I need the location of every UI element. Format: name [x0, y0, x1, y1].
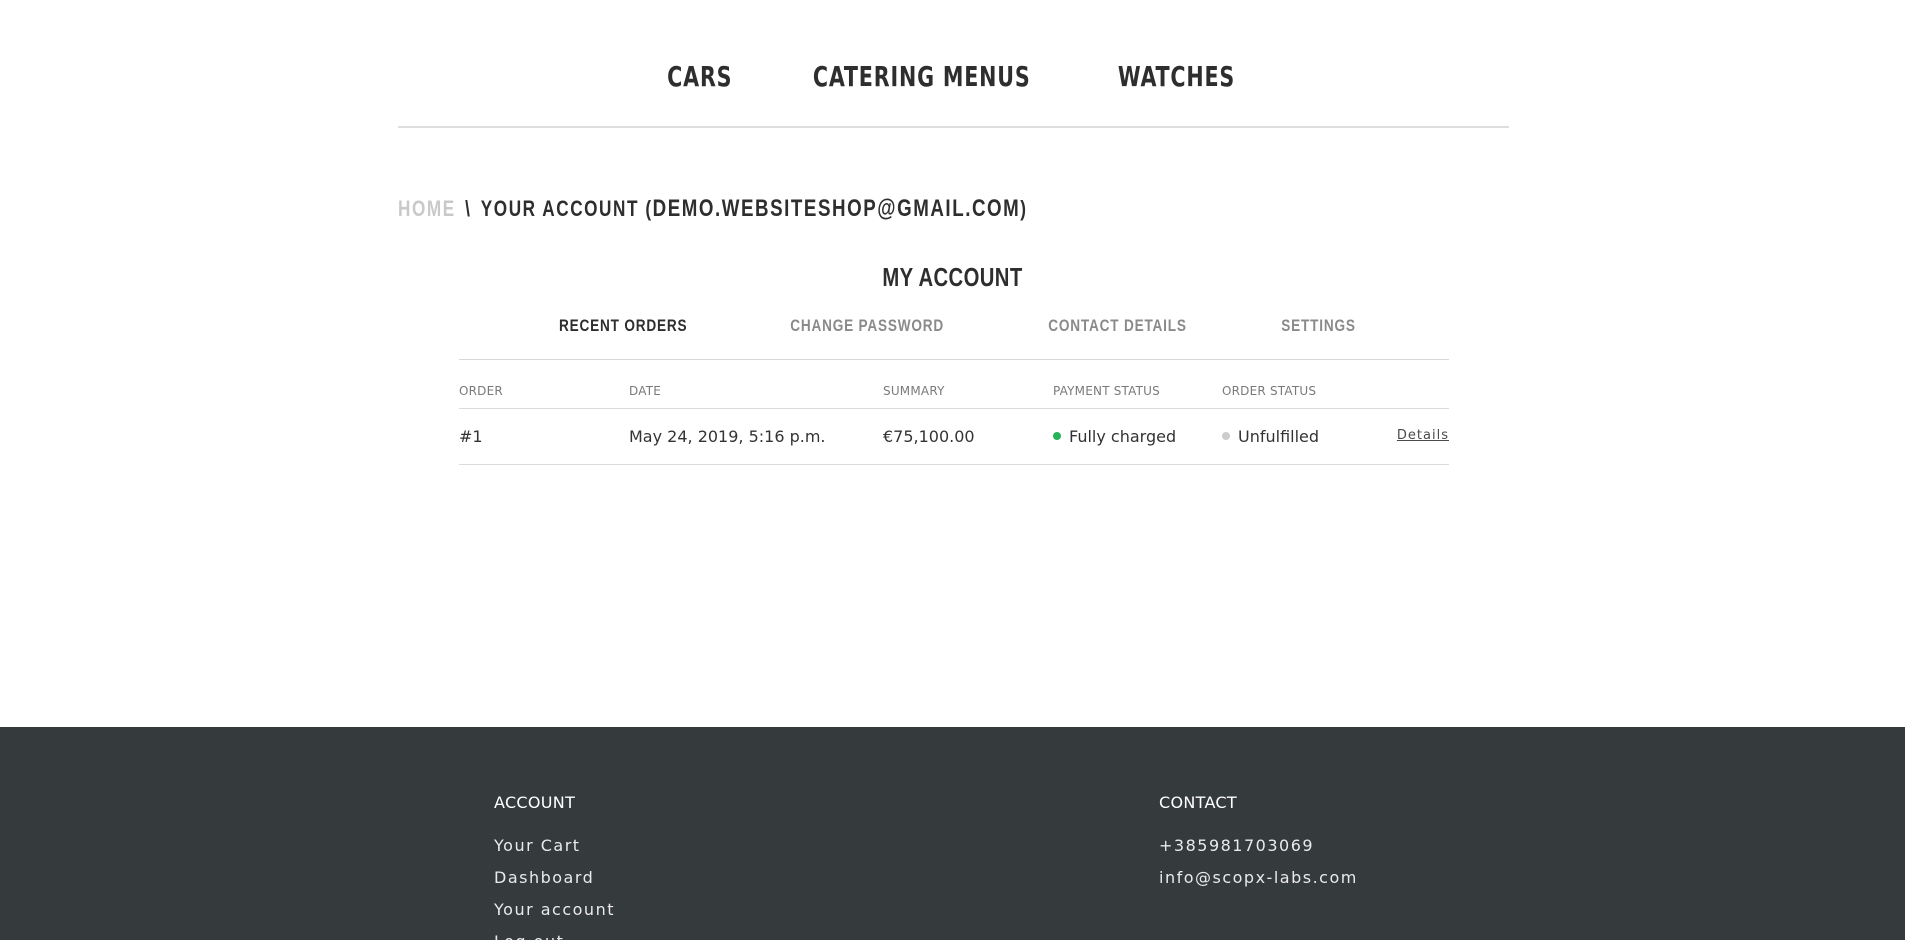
footer-account-heading: Account — [494, 793, 576, 812]
column-header-order: Order — [459, 360, 629, 409]
breadcrumb-separator: \ — [465, 196, 472, 221]
orders-table: Order Date Summary Payment status Order … — [459, 360, 1449, 465]
tab-change-password[interactable]: Change password — [790, 316, 944, 336]
tab-settings[interactable]: Settings — [1282, 316, 1356, 336]
footer-link-log-out[interactable]: Log out — [494, 926, 615, 940]
order-summary: €75,100.00 — [883, 408, 1053, 465]
nav-item-catering-menus[interactable]: Catering menus — [813, 60, 1031, 93]
payment-status-cell: Fully charged — [1053, 408, 1222, 465]
details-cell: Details — [1392, 408, 1449, 465]
footer-link-your-cart[interactable]: Your Cart — [494, 830, 615, 862]
footer-email-link[interactable]: info@scopx-labs.com — [1159, 862, 1358, 894]
payment-status-dot-icon — [1053, 432, 1061, 440]
column-header-date: Date — [629, 360, 883, 409]
footer-contact-column: Contact +385981703069 info@scopx-labs.co… — [1159, 793, 1358, 894]
main-nav: Cars Catering menus Watches — [398, 0, 1509, 128]
order-status: Unfulfilled — [1238, 426, 1320, 446]
order-number: #1 — [459, 408, 629, 465]
tab-recent-orders[interactable]: Recent orders — [559, 316, 687, 336]
nav-item-cars[interactable]: Cars — [667, 60, 732, 93]
breadcrumb-current-suffix: ) — [1020, 196, 1028, 221]
table-header-row: Order Date Summary Payment status Order … — [459, 360, 1449, 409]
site-footer: Account Your Cart Dashboard Your account… — [0, 727, 1905, 940]
footer-contact-heading: Contact — [1159, 793, 1237, 812]
footer-account-column: Account Your Cart Dashboard Your account… — [494, 793, 615, 940]
breadcrumb-current-prefix: Your account ( — [480, 196, 653, 221]
order-status-dot-icon — [1222, 432, 1230, 440]
footer-phone-link[interactable]: +385981703069 — [1159, 830, 1358, 862]
footer-link-dashboard[interactable]: Dashboard — [494, 862, 615, 894]
nav-item-watches[interactable]: Watches — [1117, 60, 1234, 93]
column-header-payment-status: Payment status — [1053, 360, 1222, 409]
account-tabs: Recent orders Change password Contact de… — [459, 316, 1449, 360]
breadcrumb-home-link[interactable]: Home — [398, 196, 456, 222]
payment-status: Fully charged — [1069, 426, 1177, 446]
tab-contact-details[interactable]: Contact details — [1049, 316, 1187, 336]
page-title: My account — [882, 262, 1023, 292]
order-details-link[interactable]: Details — [1397, 428, 1449, 443]
column-header-summary: Summary — [883, 360, 1053, 409]
footer-link-your-account[interactable]: Your account — [494, 894, 615, 926]
order-date: May 24, 2019, 5:16 p.m. — [629, 408, 883, 465]
table-row: #1 May 24, 2019, 5:16 p.m. €75,100.00 Fu… — [459, 408, 1449, 465]
order-status-cell: Unfulfilled — [1222, 408, 1392, 465]
breadcrumb: Home \ Your account ( demo.websiteshop@g… — [398, 194, 1028, 224]
column-header-order-status: Order status — [1222, 360, 1392, 409]
column-header-details — [1392, 360, 1449, 409]
breadcrumb-user-email: demo.websiteshop@gmail.com — [652, 195, 1021, 222]
